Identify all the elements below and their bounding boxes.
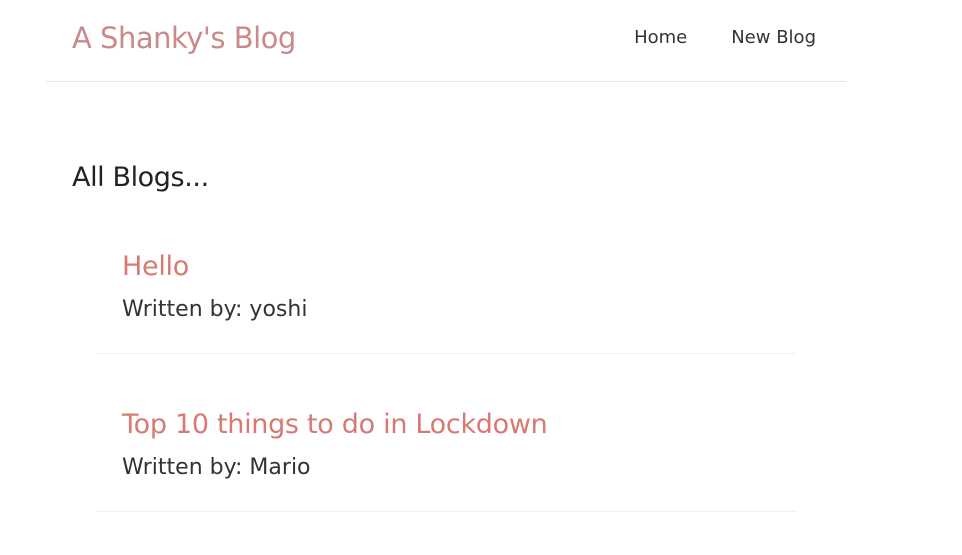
nav-link-new-blog[interactable]: New Blog xyxy=(731,26,816,50)
nav-link-home[interactable]: Home xyxy=(634,26,687,50)
blog-title-link[interactable]: Hello xyxy=(122,250,770,284)
site-brand[interactable]: A Shanky's Blog xyxy=(72,18,296,58)
blog-author: Written by: yoshi xyxy=(122,297,308,322)
blog-title-link[interactable]: Top 10 things to do in Lockdown xyxy=(122,408,770,442)
page-title: All Blogs... xyxy=(72,162,209,193)
blog-preview-item[interactable]: Top 10 things to do in Lockdown Written … xyxy=(96,388,796,512)
blog-list: Hello Written by: yoshi Top 10 things to… xyxy=(96,230,796,546)
blog-author: Written by: Mario xyxy=(122,455,311,480)
nav-links: Home New Blog xyxy=(634,26,816,50)
navbar: A Shanky's Blog Home New Blog xyxy=(46,0,846,82)
blog-preview-item[interactable]: Hello Written by: yoshi xyxy=(96,230,796,354)
